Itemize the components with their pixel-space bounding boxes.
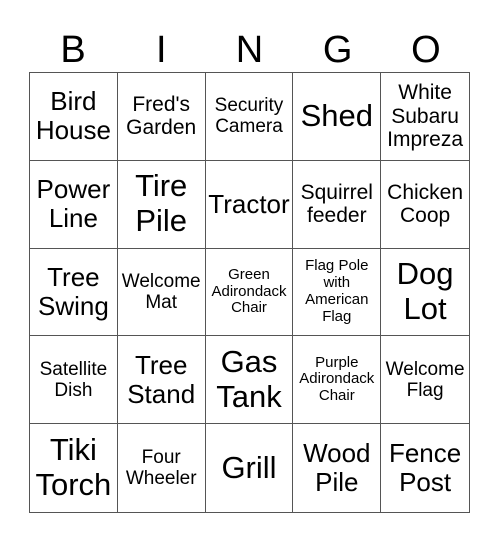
- bingo-cell[interactable]: Gas Tank: [205, 336, 294, 425]
- cell-label: Gas Tank: [216, 344, 282, 414]
- bingo-cell[interactable]: Tiki Torch: [30, 424, 118, 512]
- cell-label: Tree Swing: [37, 261, 109, 321]
- cell-label: Fred's Garden: [126, 92, 197, 140]
- bingo-cell[interactable]: Chicken Coop: [381, 161, 469, 249]
- bingo-cell[interactable]: Satellite Dish: [30, 336, 118, 425]
- cell-label: Bird House: [35, 86, 111, 146]
- cell-label: Flag Pole with American Flag: [305, 257, 369, 325]
- bingo-cell[interactable]: Fred's Garden: [117, 73, 206, 161]
- bingo-cell[interactable]: Tire Pile: [117, 160, 206, 249]
- bingo-cell[interactable]: Purple Adirondack Chair: [293, 336, 382, 425]
- bingo-cell[interactable]: Dog Lot: [381, 249, 469, 337]
- cell-label: Tractor: [208, 188, 290, 219]
- cell-label: Grill: [221, 449, 277, 485]
- bingo-cell[interactable]: Four Wheeler: [118, 424, 206, 512]
- bingo-cell[interactable]: Power Line: [30, 160, 118, 249]
- cell-label: Fence Post: [388, 437, 462, 498]
- cell-label: Tree Stand: [127, 349, 196, 409]
- header-letter-o: O: [411, 29, 441, 71]
- bingo-cell[interactable]: Welcome Flag: [381, 336, 469, 425]
- bingo-cell[interactable]: Bird House: [30, 73, 118, 161]
- header-letter-n: N: [235, 29, 264, 71]
- bingo-cell[interactable]: Security Camera: [205, 73, 294, 161]
- header-letter-b: B: [60, 29, 86, 71]
- bingo-cell[interactable]: Flag Pole with American Flag: [293, 248, 382, 337]
- bingo-cell[interactable]: Grill: [206, 424, 294, 512]
- cell-label: Power Line: [36, 174, 111, 234]
- bingo-cell[interactable]: Welcome Mat: [117, 248, 206, 337]
- cell-label: Purple Adirondack Chair: [299, 353, 375, 405]
- cell-label: Shed: [300, 98, 373, 134]
- cell-label: White Subaru Impreza: [387, 81, 464, 152]
- header-letter-g: G: [322, 29, 353, 71]
- bingo-cell[interactable]: Fence Post: [381, 424, 469, 512]
- cell-label: Chicken Coop: [387, 180, 464, 228]
- cell-label: Tiki Torch: [35, 432, 112, 503]
- bingo-cell[interactable]: Tree Swing: [30, 248, 118, 337]
- cell-label: Tire Pile: [135, 168, 188, 239]
- bingo-cell[interactable]: Wood Pile: [293, 424, 382, 512]
- cell-label: Security Camera: [214, 95, 284, 138]
- cell-label: Welcome Flag: [385, 358, 465, 401]
- cell-label: Welcome Mat: [121, 270, 201, 313]
- bingo-cell[interactable]: Shed: [293, 73, 382, 161]
- cell-label: Satellite Dish: [39, 358, 108, 401]
- bingo-board: Bird House Fred's Garden Security Camera…: [29, 72, 470, 513]
- header-letter-i: I: [156, 29, 167, 71]
- cell-label: Dog Lot: [396, 256, 454, 326]
- bingo-cell[interactable]: Tractor: [205, 160, 294, 249]
- cell-label: Squirrel feeder: [300, 180, 373, 228]
- cell-label: Four Wheeler: [125, 446, 197, 490]
- bingo-header: B I N G O: [29, 28, 470, 72]
- bingo-cell[interactable]: White Subaru Impreza: [381, 73, 469, 161]
- bingo-cell[interactable]: Squirrel feeder: [293, 160, 382, 249]
- cell-label: Wood Pile: [303, 437, 371, 498]
- cell-label: Green Adirondack Chair: [211, 265, 287, 317]
- bingo-cell[interactable]: Green Adirondack Chair: [205, 248, 294, 337]
- bingo-cell[interactable]: Tree Stand: [117, 336, 206, 425]
